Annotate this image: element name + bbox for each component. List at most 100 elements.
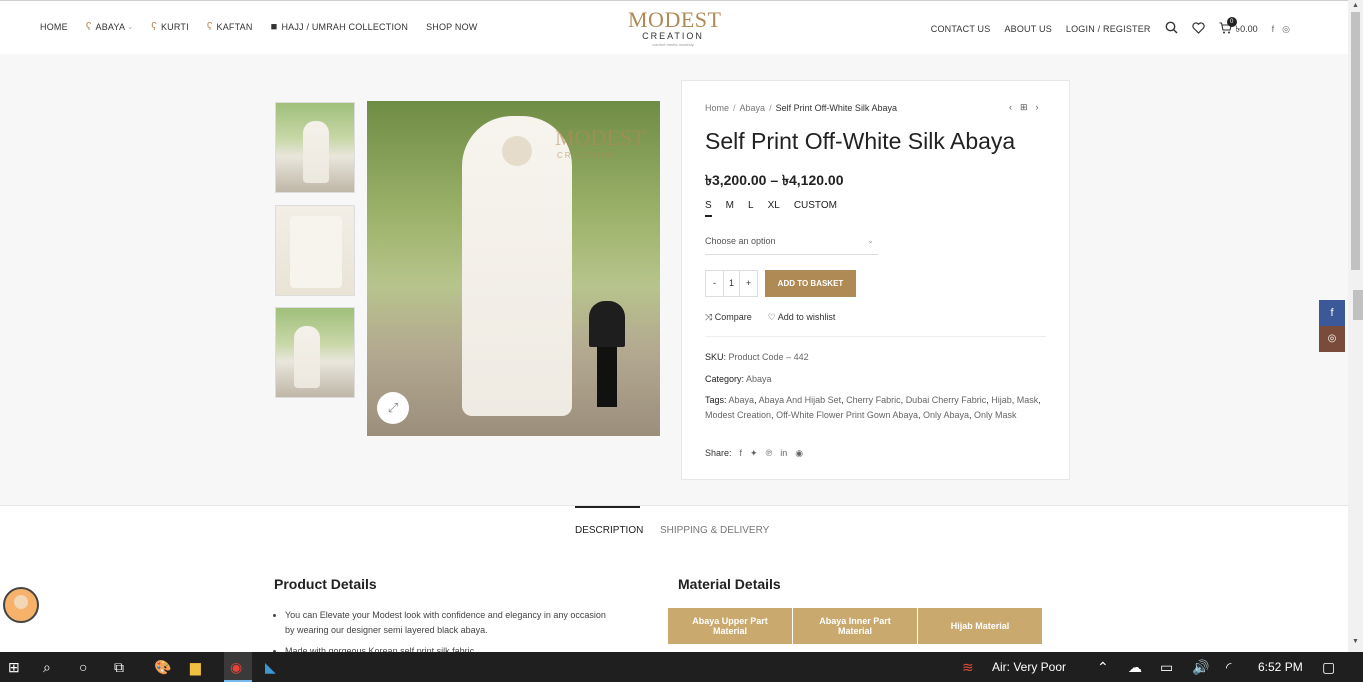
scrollbar-thumb[interactable]: [1351, 12, 1360, 270]
air-quality-text[interactable]: Air: Very Poor: [992, 660, 1066, 674]
variation-select[interactable]: Choose an option ⌄: [705, 231, 878, 255]
twitter-icon[interactable]: ✦: [750, 448, 758, 459]
hanger-icon: ʕ: [85, 21, 92, 33]
add-to-basket-button[interactable]: ADD TO BASKET: [765, 270, 856, 297]
side-facebook-icon[interactable]: f: [1319, 300, 1345, 326]
wishlist-link[interactable]: ♡ Add to wishlist: [768, 312, 836, 323]
linkedin-icon[interactable]: in: [780, 448, 787, 459]
lamp-post: [589, 301, 625, 411]
cortana-icon[interactable]: ○: [79, 659, 87, 675]
vertical-scrollbar[interactable]: ▲ ▼: [1348, 0, 1363, 652]
file-explorer-icon[interactable]: ▆: [190, 659, 201, 676]
side-instagram-icon[interactable]: ◎: [1319, 326, 1345, 352]
gallery-thumbnail[interactable]: [275, 102, 355, 193]
size-m[interactable]: M: [726, 200, 734, 217]
active-tab-indicator: [575, 506, 640, 508]
quantity-stepper: - 1 +: [705, 270, 758, 297]
grid-icon[interactable]: ⊞: [1020, 102, 1028, 113]
nav-home[interactable]: HOME: [40, 22, 68, 32]
site-logo[interactable]: MODEST CREATION comfort meets modesty: [628, 9, 721, 49]
expand-icon[interactable]: ⤢: [377, 392, 409, 424]
tag-link[interactable]: Hijab: [991, 395, 1012, 405]
tag-link[interactable]: Abaya: [729, 395, 755, 405]
nav-kurti[interactable]: ʕ KURTI: [151, 21, 189, 33]
category-link[interactable]: Abaya: [746, 374, 772, 384]
tab-description[interactable]: DESCRIPTION: [575, 525, 643, 536]
size-swatches: S M L XL CUSTOM: [705, 200, 851, 217]
nav-shop-now[interactable]: SHOP NOW: [426, 22, 477, 32]
tag-link[interactable]: Mask: [1017, 395, 1039, 405]
size-custom[interactable]: CUSTOM: [794, 200, 837, 217]
size-l[interactable]: L: [748, 200, 754, 217]
search-icon[interactable]: ⌕: [43, 659, 51, 676]
qty-minus-button[interactable]: -: [706, 271, 723, 296]
cart-total[interactable]: ৳0.00: [1236, 22, 1258, 37]
wifi-icon[interactable]: ◜: [1226, 659, 1231, 676]
breadcrumb-home[interactable]: Home: [705, 103, 729, 113]
tag-link[interactable]: Dubai Cherry Fabric: [906, 395, 987, 405]
pinterest-icon[interactable]: ℗: [766, 448, 773, 459]
heart-icon[interactable]: [1191, 21, 1205, 37]
clock[interactable]: 6:52 PM: [1258, 660, 1303, 674]
search-icon[interactable]: [1165, 21, 1178, 37]
tag-link[interactable]: Off-White Flower Print Gown Abaya: [776, 410, 918, 420]
facebook-icon[interactable]: f: [740, 448, 743, 459]
chevron-down-icon: ⌄: [127, 24, 134, 31]
qty-input[interactable]: 1: [723, 271, 740, 296]
kaaba-icon: ■: [270, 21, 278, 33]
battery-icon[interactable]: ▭: [1160, 659, 1173, 676]
tag-link[interactable]: Only Abaya: [923, 410, 969, 420]
chevron-down-icon: ⌄: [867, 236, 874, 245]
tags-row: Tags: Abaya, Abaya And Hijab Set, Cherry…: [705, 395, 1041, 420]
vscode-icon[interactable]: ◣: [265, 659, 276, 676]
gallery-thumbnail[interactable]: [275, 307, 355, 398]
nav-hajj-umrah[interactable]: ■ HAJJ / UMRAH COLLECTION: [271, 21, 408, 33]
main-product-image[interactable]: MODEST CREATION ⤢: [367, 101, 660, 436]
breadcrumb: Home / Abaya / Self Print Off-White Silk Aba…: [705, 103, 897, 113]
notification-icon[interactable]: ▢: [1322, 659, 1335, 676]
tag-link[interactable]: Cherry Fabric: [846, 395, 901, 405]
size-s[interactable]: S: [705, 200, 712, 217]
scrollbar-marker: [1353, 290, 1363, 320]
tag-link[interactable]: Modest Creation: [705, 410, 771, 420]
divider: [705, 336, 1046, 337]
list-item: You can Elevate your Modest look with co…: [285, 608, 615, 638]
onedrive-icon[interactable]: ☁: [1128, 659, 1142, 676]
tag-link[interactable]: Abaya And Hijab Set: [759, 395, 842, 405]
scroll-up-arrow-icon[interactable]: ▲: [1352, 2, 1359, 9]
volume-icon[interactable]: 🔊: [1192, 659, 1209, 676]
breadcrumb-current: Self Print Off-White Silk Abaya: [775, 103, 897, 113]
size-xl[interactable]: XL: [768, 200, 780, 217]
table-header: Hijab Material: [918, 608, 1043, 644]
sku-row: SKU: Product Code – 442: [705, 352, 809, 362]
instagram-icon[interactable]: ◎: [1282, 24, 1290, 35]
chevron-up-icon[interactable]: ⌃: [1097, 659, 1109, 676]
material-table: Abaya Upper Part Material Abaya Inner Pa…: [668, 608, 1043, 644]
nav-about-us[interactable]: ABOUT US: [1004, 24, 1051, 34]
tag-link[interactable]: Only Mask: [974, 410, 1017, 420]
compare-link[interactable]: ⤨ Compare: [705, 312, 752, 323]
windows-start-icon[interactable]: ⊞: [8, 659, 20, 676]
qty-plus-button[interactable]: +: [740, 271, 757, 296]
chat-widget-icon[interactable]: [3, 587, 39, 623]
nav-contact-us[interactable]: CONTACT US: [931, 24, 991, 34]
paint-icon[interactable]: 🎨: [154, 659, 171, 676]
facebook-icon[interactable]: f: [1272, 24, 1275, 34]
cart-icon[interactable]: 0: [1219, 16, 1237, 37]
chrome-icon[interactable]: ◉: [230, 659, 242, 676]
gallery-thumbnail[interactable]: [275, 205, 355, 296]
material-details-heading: Material Details: [678, 576, 781, 592]
task-view-icon[interactable]: ⧉: [114, 659, 124, 676]
chevron-left-icon[interactable]: ‹: [1009, 102, 1012, 113]
nav-abaya[interactable]: ʕ ABAYA ⌄: [86, 21, 133, 33]
nav-kaftan[interactable]: ʕ KAFTAN: [207, 21, 253, 33]
chevron-right-icon[interactable]: ›: [1036, 102, 1039, 113]
product-figure: [294, 326, 320, 388]
breadcrumb-abaya[interactable]: Abaya: [740, 103, 766, 113]
telegram-icon[interactable]: ◉: [795, 448, 803, 459]
tab-shipping-delivery[interactable]: SHIPPING & DELIVERY: [660, 525, 769, 536]
product-nav: ‹ ⊞ ›: [1009, 102, 1039, 113]
product-figure: [462, 116, 572, 416]
nav-login-register[interactable]: LOGIN / REGISTER: [1066, 24, 1151, 34]
scroll-down-arrow-icon[interactable]: ▼: [1352, 638, 1359, 645]
